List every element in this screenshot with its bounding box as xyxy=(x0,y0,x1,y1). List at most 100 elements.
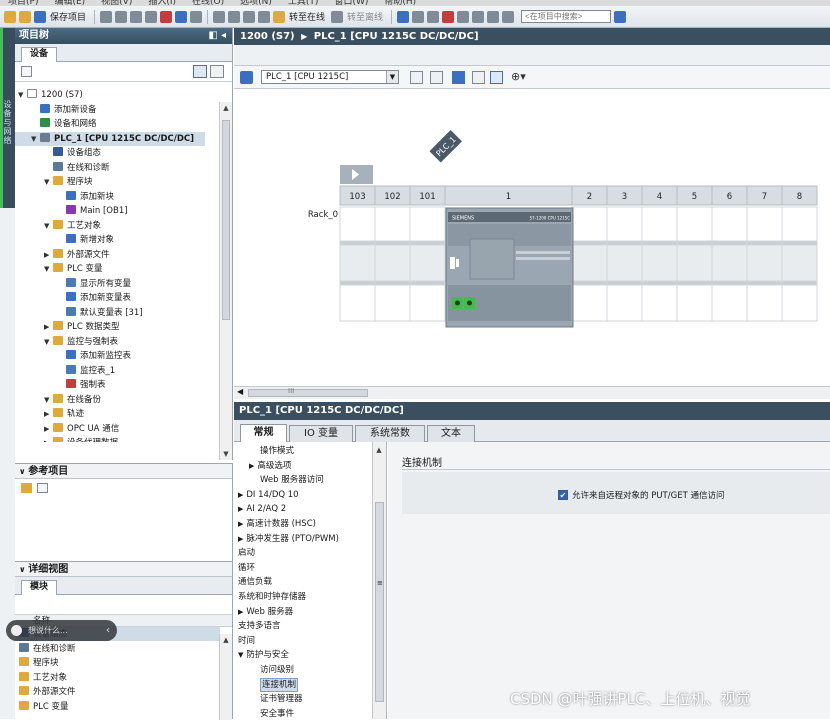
slot-cell[interactable] xyxy=(409,284,446,322)
tree-item[interactable]: ▶ 外部源文件 xyxy=(15,248,110,262)
properties-nav-item[interactable]: 通信负载 xyxy=(238,575,272,589)
slot-cell[interactable] xyxy=(746,284,783,322)
slot-cell[interactable] xyxy=(409,206,446,242)
expanded-icon[interactable]: ▼ xyxy=(44,262,53,276)
properties-nav-item[interactable]: 访问级别 xyxy=(260,663,294,677)
device-properties-icon[interactable] xyxy=(410,71,423,84)
tree-item[interactable]: 监控表_1 xyxy=(15,364,115,378)
network-view-icon[interactable] xyxy=(430,71,443,84)
slot-cell[interactable] xyxy=(339,284,376,322)
split-horizontal-icon[interactable] xyxy=(457,10,470,23)
close-reference-icon[interactable] xyxy=(37,483,48,493)
tab-devices[interactable]: 设备 xyxy=(21,47,58,62)
slot-cell[interactable] xyxy=(711,284,748,322)
properties-nav-item[interactable]: ▶ DI 14/DQ 10 xyxy=(238,488,299,502)
new-group-icon[interactable] xyxy=(21,66,32,77)
slot-cell[interactable] xyxy=(571,244,608,282)
grid-icon[interactable] xyxy=(472,71,485,84)
comment-overlay[interactable]: 想说什么... ‹ xyxy=(6,620,117,641)
slot-cell[interactable] xyxy=(781,240,818,246)
save-project-button[interactable]: 保存项目 xyxy=(50,10,86,23)
plc-tag[interactable]: PLC_1 xyxy=(429,130,462,163)
slot-cell[interactable] xyxy=(641,240,678,246)
tree-item[interactable]: 设备和网络 xyxy=(15,117,97,131)
expanded-icon[interactable]: ▼ xyxy=(238,651,243,659)
slot-cell[interactable] xyxy=(676,240,713,246)
slot-cell[interactable] xyxy=(409,280,446,286)
slot-cell[interactable] xyxy=(711,280,748,286)
portal-side-tab[interactable]: 设备与网络 xyxy=(0,28,15,208)
tree-item[interactable]: 默认变量表 [31] xyxy=(15,306,143,320)
expanded-icon[interactable]: ▼ xyxy=(44,219,53,233)
properties-nav-item[interactable]: 支持多语言 xyxy=(238,619,281,633)
tree-item[interactable]: ▼ PLC_1 [CPU 1215C DC/DC/DC] xyxy=(15,131,205,146)
slot-cell[interactable] xyxy=(781,284,818,322)
stop-cpu-icon[interactable] xyxy=(427,10,440,23)
page-break-icon[interactable] xyxy=(452,71,465,84)
expanded-icon[interactable]: ▼ xyxy=(44,393,53,407)
collapsed-icon[interactable]: ▶ xyxy=(249,462,254,470)
cross-reference-icon[interactable] xyxy=(442,10,455,23)
expanded-icon[interactable]: ▼ xyxy=(31,132,40,146)
slot-cell[interactable] xyxy=(676,280,713,286)
put-get-checkbox-label[interactable]: 允许来自远程对象的 PUT/GET 通信访问 xyxy=(572,489,724,501)
open-reference-icon[interactable] xyxy=(21,483,32,493)
tree-item[interactable]: 添加新监控表 xyxy=(15,349,131,363)
slot-cell[interactable] xyxy=(676,206,713,242)
details-row[interactable]: 外部源文件 xyxy=(15,685,76,699)
paste-icon[interactable] xyxy=(145,10,158,23)
window-tile-icon[interactable] xyxy=(487,10,500,23)
split-vertical-icon[interactable] xyxy=(472,10,485,23)
open-project-icon[interactable] xyxy=(19,10,31,23)
slot-cell[interactable] xyxy=(781,244,818,282)
collapsed-icon[interactable]: ▶ xyxy=(238,608,243,616)
expanded-icon[interactable]: ▼ xyxy=(44,335,53,349)
tree-item[interactable]: ▼ 在线备份 xyxy=(15,393,101,407)
slot-cell[interactable] xyxy=(746,280,783,286)
slot-cell[interactable] xyxy=(374,240,411,246)
slot-cell[interactable] xyxy=(374,244,411,282)
slot-cell[interactable] xyxy=(711,240,748,246)
tree-item[interactable]: ▼ 监控与强制表 xyxy=(15,335,118,349)
copy-icon[interactable] xyxy=(130,10,143,23)
collapsed-icon[interactable]: ▶ xyxy=(238,520,243,528)
tree-item[interactable]: 显示所有变量 xyxy=(15,277,131,291)
start-cpu-icon[interactable] xyxy=(412,10,425,23)
tree-item[interactable]: ▶ OPC UA 通信 xyxy=(15,422,119,436)
properties-nav-item[interactable]: ▶ 高级选项 xyxy=(249,459,291,473)
chevron-down-icon[interactable]: ▼ xyxy=(386,71,398,83)
go-offline-icon[interactable] xyxy=(331,10,344,23)
properties-nav-item[interactable]: 循环 xyxy=(238,561,255,575)
tree-item[interactable]: 在线和诊断 xyxy=(15,161,110,175)
collapsed-icon[interactable]: ▶ xyxy=(44,422,53,436)
put-get-checkbox[interactable]: ✔ xyxy=(558,490,568,500)
device-view-hscroll[interactable]: ◀ III xyxy=(234,386,830,399)
details-scrollbar[interactable]: ▲ xyxy=(219,634,232,720)
cpu-module[interactable]: SIEMENS S7-1200 CPU 1215C xyxy=(445,207,574,328)
collapsed-icon[interactable]: ▶ xyxy=(238,535,243,543)
window-cascade-icon[interactable] xyxy=(502,10,515,23)
collapsed-icon[interactable]: ▶ xyxy=(238,505,243,513)
expanded-icon[interactable]: ▼ xyxy=(18,88,27,102)
slot-cell[interactable] xyxy=(339,206,376,242)
save-icon[interactable] xyxy=(34,10,46,23)
tab-io-tags[interactable]: IO 变量 xyxy=(289,425,353,442)
slot-cell[interactable] xyxy=(641,280,678,286)
collapse-panel-icon[interactable]: ◧ ◂ xyxy=(208,28,226,44)
tree-item[interactable]: ▼ 程序块 xyxy=(15,175,93,189)
cut-icon[interactable] xyxy=(115,10,128,23)
slot-cell[interactable] xyxy=(606,244,643,282)
slot-cell[interactable] xyxy=(781,280,818,286)
properties-nav-item[interactable]: 操作模式 xyxy=(260,444,294,458)
slot-cell[interactable] xyxy=(676,284,713,322)
collapsed-icon[interactable]: ▶ xyxy=(44,248,53,262)
properties-nav-item[interactable]: ▶ 脉冲发生器 (PTO/PWM) xyxy=(238,532,339,546)
properties-nav-item[interactable]: Web 服务器访问 xyxy=(260,473,324,487)
tree-item[interactable]: ▶ PLC 数据类型 xyxy=(15,320,120,334)
collapsed-icon[interactable]: ▶ xyxy=(44,407,53,421)
simulation-icon[interactable] xyxy=(258,10,271,23)
table-view-icon[interactable] xyxy=(490,71,503,84)
tree-item[interactable]: ▶ 轨迹 xyxy=(15,407,84,421)
tree-item[interactable]: Main [OB1] xyxy=(15,204,128,218)
slot-cell[interactable] xyxy=(641,206,678,242)
